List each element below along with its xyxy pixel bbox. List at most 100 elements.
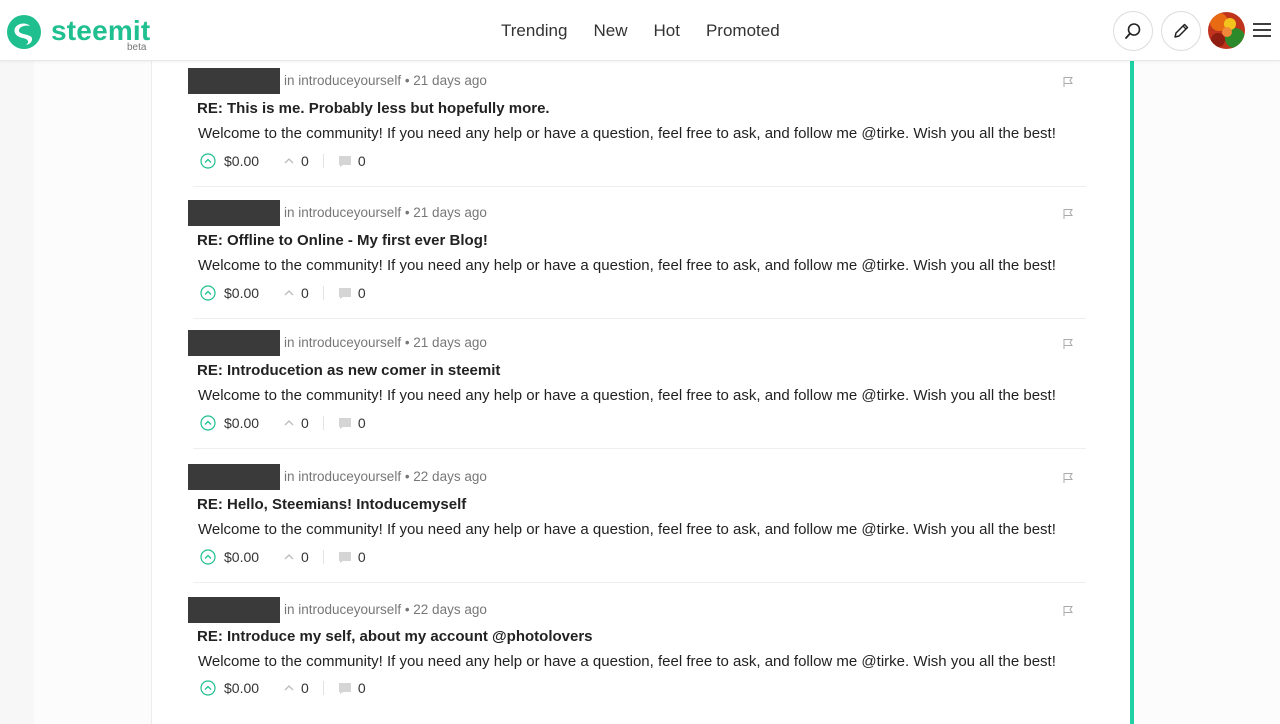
item-divider [193,448,1086,449]
comment-icon [338,155,351,167]
vote-count: 0 [301,549,309,565]
nav-promoted[interactable]: Promoted [693,21,793,41]
item-header: in introduceyourself • 22 days ago [188,597,1086,623]
chevron-up-icon [284,685,294,691]
comment-icon [338,551,351,563]
upvote-icon[interactable] [200,415,216,431]
create-post-button[interactable] [1161,11,1201,51]
nav-new[interactable]: New [580,21,640,41]
upvote-icon[interactable] [200,153,216,169]
vote-count: 0 [301,153,309,169]
vote-count: 0 [301,680,309,696]
comment-count-group[interactable]: 0 [338,549,366,565]
flag-icon[interactable] [1062,76,1074,88]
payout-amount[interactable]: $0.00 [224,680,259,696]
item-body[interactable]: Welcome to the community! If you need an… [198,521,1056,538]
item-body[interactable]: Welcome to the community! If you need an… [198,125,1056,142]
search-button[interactable] [1113,11,1153,51]
item-title[interactable]: RE: Introducetion as new comer in steemi… [197,362,500,379]
comment-icon [338,287,351,299]
vote-count: 0 [301,415,309,431]
upvote-icon[interactable] [200,285,216,301]
comment-icon [338,682,351,694]
item-meta: in introduceyourself • 21 days ago [284,335,487,350]
item-meta: in introduceyourself • 21 days ago [284,73,487,88]
item-title[interactable]: RE: This is me. Probably less but hopefu… [197,100,550,117]
item-footer: $0.00 0 0 [200,413,366,433]
avatar[interactable] [1208,12,1245,49]
divider [322,550,324,564]
item-divider [193,186,1086,187]
accent-scroll-bar [1130,61,1134,724]
item-body[interactable]: Welcome to the community! If you need an… [198,387,1056,404]
item-body[interactable]: Welcome to the community! If you need an… [198,257,1056,274]
item-body[interactable]: Welcome to the community! If you need an… [198,653,1056,670]
item-divider [193,318,1086,319]
upvote-icon[interactable] [200,549,216,565]
item-title[interactable]: RE: Introduce my self, about my account … [197,628,593,645]
vote-count-group[interactable]: 0 [283,680,309,696]
main-nav: Trending New Hot Promoted [488,0,793,61]
avatar-image [1208,12,1245,49]
item-header: in introduceyourself • 21 days ago [188,200,1086,226]
nav-trending[interactable]: Trending [488,21,580,41]
item-meta: in introduceyourself • 22 days ago [284,469,487,484]
item-footer: $0.00 0 0 [200,678,366,698]
chevron-up-icon [284,554,294,560]
flag-icon[interactable] [1062,208,1074,220]
vote-count: 0 [301,285,309,301]
vote-count-group[interactable]: 0 [283,285,309,301]
author-redacted[interactable] [188,330,280,356]
comment-count-group[interactable]: 0 [338,153,366,169]
flag-icon[interactable] [1062,605,1074,617]
item-footer: $0.00 0 0 [200,283,366,303]
comment-icon [338,417,351,429]
payout-amount[interactable]: $0.00 [224,285,259,301]
author-redacted[interactable] [188,597,280,623]
divider [322,286,324,300]
comment-count-group[interactable]: 0 [338,680,366,696]
steemit-logo-icon [7,15,41,49]
comment-count-group[interactable]: 0 [338,415,366,431]
author-redacted[interactable] [188,464,280,490]
comment-count: 0 [357,415,366,431]
vote-count-group[interactable]: 0 [283,153,309,169]
item-header: in introduceyourself • 21 days ago [188,330,1086,356]
author-redacted[interactable] [188,200,280,226]
steemit-logo[interactable]: steemit beta [6,12,150,53]
payout-amount[interactable]: $0.00 [224,549,259,565]
chevron-up-icon [284,158,294,164]
top-header: steemit beta Trending New Hot Promoted [0,0,1280,61]
item-divider [193,582,1086,583]
hamburger-menu-icon [1253,23,1271,37]
author-redacted[interactable] [188,68,280,94]
vote-count-group[interactable]: 0 [283,549,309,565]
brand-badge: beta [127,42,147,53]
replies-list: in introduceyourself • 21 days ago RE: T… [151,61,1131,724]
chevron-up-icon [284,420,294,426]
chevron-up-icon [284,290,294,296]
item-title[interactable]: RE: Hello, Steemians! Intoducemyself [197,496,466,513]
pencil-icon [1174,23,1189,38]
item-header: in introduceyourself • 22 days ago [188,464,1086,490]
hamburger-menu-button[interactable] [1252,20,1272,40]
flag-icon[interactable] [1062,338,1074,350]
item-meta: in introduceyourself • 22 days ago [284,602,487,617]
search-icon [1125,23,1141,39]
comment-count: 0 [357,549,366,565]
divider [322,416,324,430]
payout-amount[interactable]: $0.00 [224,415,259,431]
upvote-icon[interactable] [200,680,216,696]
flag-icon[interactable] [1062,472,1074,484]
item-title[interactable]: RE: Offline to Online - My first ever Bl… [197,232,488,249]
vote-count-group[interactable]: 0 [283,415,309,431]
item-footer: $0.00 0 0 [200,547,366,567]
payout-amount[interactable]: $0.00 [224,153,259,169]
comment-count-group[interactable]: 0 [338,285,366,301]
item-footer: $0.00 0 0 [200,151,366,171]
item-meta: in introduceyourself • 21 days ago [284,205,487,220]
left-gutter [0,61,34,724]
nav-hot[interactable]: Hot [640,21,692,41]
comment-count: 0 [357,680,366,696]
divider [322,154,324,168]
